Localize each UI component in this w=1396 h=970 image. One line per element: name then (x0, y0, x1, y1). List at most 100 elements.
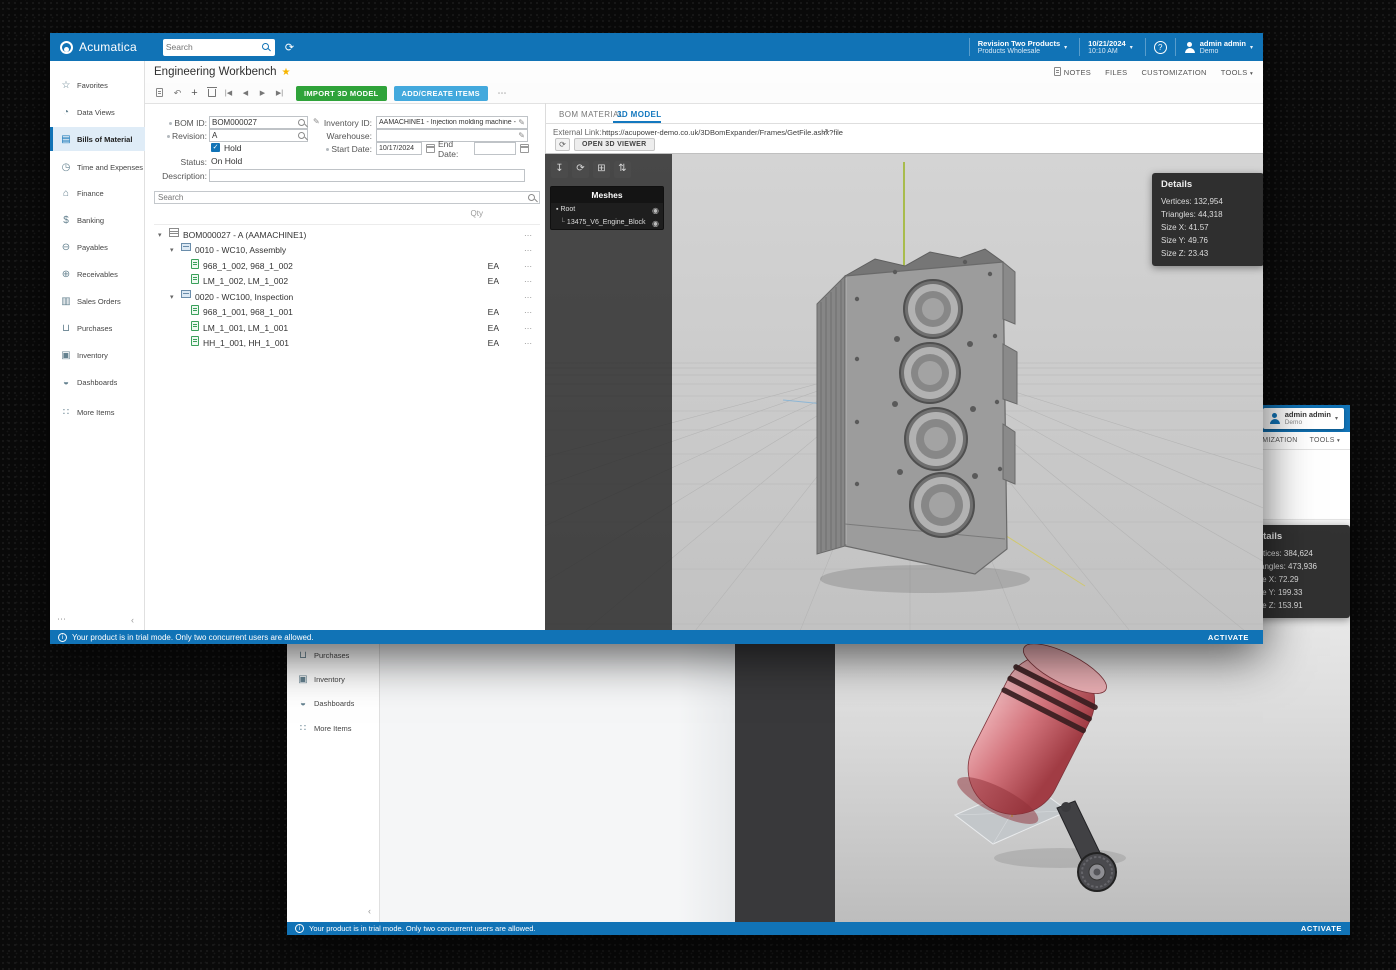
start-date-field[interactable] (376, 142, 422, 155)
caret-down-icon[interactable]: ▾ (158, 228, 162, 243)
visibility-eye-icon[interactable]: ◉ (652, 219, 659, 228)
user-menu[interactable]: admin admin Demo (1200, 39, 1246, 56)
go-next-icon[interactable]: ▶ (254, 89, 271, 97)
sidebar-item-bills-of-material[interactable]: ▤Bills of Material (50, 127, 145, 151)
activate-link[interactable]: ACTIVATE (1301, 924, 1342, 933)
sidebar-overflow-icon[interactable]: ⋯ (57, 614, 67, 625)
favorite-star-icon[interactable]: ★ (282, 67, 291, 78)
search-history-icon[interactable]: ⟳ (285, 41, 294, 54)
sidebar-item-dashboards[interactable]: ◒Dashboards (50, 370, 145, 394)
delete-icon[interactable] (203, 87, 220, 99)
tree-row-material[interactable]: 968_1_002, 968_1_002 EA ⋯ (154, 259, 544, 274)
calendar-icon[interactable] (520, 144, 529, 153)
sidebar-item-banking[interactable]: $Banking (50, 208, 145, 232)
external-link-icon[interactable]: ↗ (822, 127, 829, 136)
description-input[interactable] (212, 171, 522, 180)
tab-3d-model[interactable]: 3D MODEL (617, 110, 662, 119)
mesh-item-root[interactable]: ▪ Root ◉ (551, 203, 663, 216)
revision-input[interactable] (212, 131, 296, 140)
add-record-icon[interactable]: + (186, 87, 203, 99)
row-menu-icon[interactable]: ⋯ (524, 274, 533, 289)
global-search-input[interactable] (166, 40, 258, 54)
files-button[interactable]: FILES (1105, 68, 1127, 77)
row-menu-icon[interactable]: ⋯ (524, 336, 533, 351)
caret-down-icon[interactable]: ▾ (170, 290, 174, 305)
global-search[interactable] (163, 39, 275, 56)
save-icon[interactable] (152, 88, 169, 98)
customization-button[interactable]: CUSTOMIZATION (1141, 68, 1206, 77)
fit-view-icon[interactable]: ⇅ (614, 161, 631, 178)
hold-checkbox[interactable]: ✓ (211, 143, 220, 152)
business-date-selector[interactable]: 10/21/2024 10:10 AM (1088, 39, 1126, 56)
go-previous-icon[interactable]: ◀ (237, 89, 254, 97)
go-first-icon[interactable]: |◀ (220, 89, 237, 97)
row-menu-icon[interactable]: ⋯ (524, 243, 533, 258)
download-model-icon[interactable]: ↧ (551, 161, 568, 178)
tree-row-material[interactable]: HH_1_001, HH_1_001 EA ⋯ (154, 336, 544, 351)
edit-icon[interactable]: ✎ (518, 131, 525, 140)
sidebar-item-more-items[interactable]: ∷More Items (50, 400, 145, 424)
activate-link[interactable]: ACTIVATE (1208, 633, 1249, 642)
open-3d-viewer-button[interactable]: OPEN 3D VIEWER (574, 138, 655, 151)
sidebar-item-favorites[interactable]: ☆Favorites (50, 73, 145, 97)
tools-menu[interactable]: TOOLS ▾ (1221, 68, 1253, 77)
sidebar-item-time-and-expenses[interactable]: ◷Time and Expenses (50, 155, 145, 179)
sidebar-item-purchases[interactable]: ⊔Purchases (50, 316, 145, 340)
back-sidebar-item-more-items[interactable]: ∷ More Items (287, 716, 380, 740)
tenant-selector[interactable]: Revision Two Products Products Wholesale (978, 39, 1060, 56)
back-tools-menu[interactable]: TOOLS ▾ (1310, 437, 1340, 444)
description-field[interactable] (209, 169, 525, 182)
tree-row-operation-0010[interactable]: ▾ 0010 - WC10, Assembly ⋯ (154, 243, 544, 258)
bom-id-field[interactable] (209, 116, 308, 129)
row-menu-icon[interactable]: ⋯ (524, 259, 533, 274)
undo-icon[interactable]: ↶ (169, 88, 186, 99)
toolbar-more-icon[interactable]: ⋯ (494, 88, 511, 99)
edit-icon[interactable]: ✎ (518, 118, 525, 127)
notes-button[interactable]: NOTES (1054, 67, 1091, 77)
back-sidebar-item-inventory[interactable]: ▣ Inventory (287, 667, 380, 691)
row-menu-icon[interactable]: ⋯ (524, 290, 533, 305)
import-3d-model-button[interactable]: IMPORT 3D MODEL (296, 86, 387, 101)
bom-tree-search[interactable] (154, 191, 540, 204)
end-date-field[interactable] (474, 142, 516, 155)
row-menu-icon[interactable]: ⋯ (524, 305, 533, 320)
end-date-input[interactable] (477, 144, 513, 153)
caret-down-icon[interactable]: ▾ (170, 243, 174, 258)
external-link-url[interactable]: https://acupower-demo.co.uk/3DBomExpande… (602, 128, 843, 137)
tree-row-material[interactable]: LM_1_002, LM_1_002 EA ⋯ (154, 274, 544, 289)
sidebar-item-finance[interactable]: ⌂Finance (50, 181, 145, 205)
back-sidebar-collapse-icon[interactable]: ‹ (368, 906, 371, 916)
row-menu-icon[interactable]: ⋯ (524, 321, 533, 336)
calendar-icon[interactable] (426, 144, 435, 153)
tab-bom-material[interactable]: BOM MATERIAL (559, 110, 624, 119)
inventory-id-field[interactable]: ✎ (376, 116, 528, 129)
inventory-id-input[interactable] (379, 119, 516, 126)
sidebar-item-sales-orders[interactable]: ▥Sales Orders (50, 289, 145, 313)
row-menu-icon[interactable]: ⋯ (524, 228, 533, 243)
back-user-menu[interactable]: admin admin Demo ▾ (1263, 408, 1344, 429)
sidebar-item-inventory[interactable]: ▣Inventory (50, 343, 145, 367)
bom-id-input[interactable] (212, 118, 296, 127)
help-button[interactable]: ? (1154, 41, 1167, 54)
sidebar-item-data-views[interactable]: ◔Data Views (50, 100, 145, 124)
tree-row-material[interactable]: LM_1_001, LM_1_001 EA ⋯ (154, 321, 544, 336)
back-sidebar-item-purchases[interactable]: ⊔ Purchases (287, 643, 380, 667)
bom-tree-search-input[interactable] (155, 193, 528, 202)
start-date-input[interactable] (379, 145, 419, 152)
revision-field[interactable] (209, 129, 308, 142)
back-sidebar-item-dashboards[interactable]: ◒ Dashboards (287, 691, 380, 715)
go-last-icon[interactable]: ▶| (271, 89, 288, 97)
orbit-icon[interactable]: ⟳ (572, 161, 589, 178)
tree-row-bom-root[interactable]: ▾ BOM000027 - A (AAMACHINE1) ⋯ (154, 228, 544, 243)
3d-viewer-canvas[interactable]: ↧ ⟳ ⊞ ⇅ Meshes ▪ Root ◉ └ 13475_V6_Engin… (545, 153, 1263, 630)
viewer-refresh-button[interactable]: ⟳ (555, 138, 570, 151)
sidebar-collapse-icon[interactable]: ‹ (131, 615, 134, 625)
mesh-item-engine-block[interactable]: └ 13475_V6_Engine_Block ◉ (551, 216, 663, 229)
tree-row-operation-0020[interactable]: ▾ 0020 - WC100, Inspection ⋯ (154, 290, 544, 305)
sidebar-item-payables[interactable]: ⊖Payables (50, 235, 145, 259)
visibility-eye-icon[interactable]: ◉ (652, 206, 659, 215)
sidebar-item-receivables[interactable]: ⊕Receivables (50, 262, 145, 286)
tree-row-material[interactable]: 968_1_001, 968_1_001 EA ⋯ (154, 305, 544, 320)
add-create-items-button[interactable]: ADD/CREATE ITEMS (394, 86, 488, 101)
grid-toggle-icon[interactable]: ⊞ (593, 161, 610, 178)
